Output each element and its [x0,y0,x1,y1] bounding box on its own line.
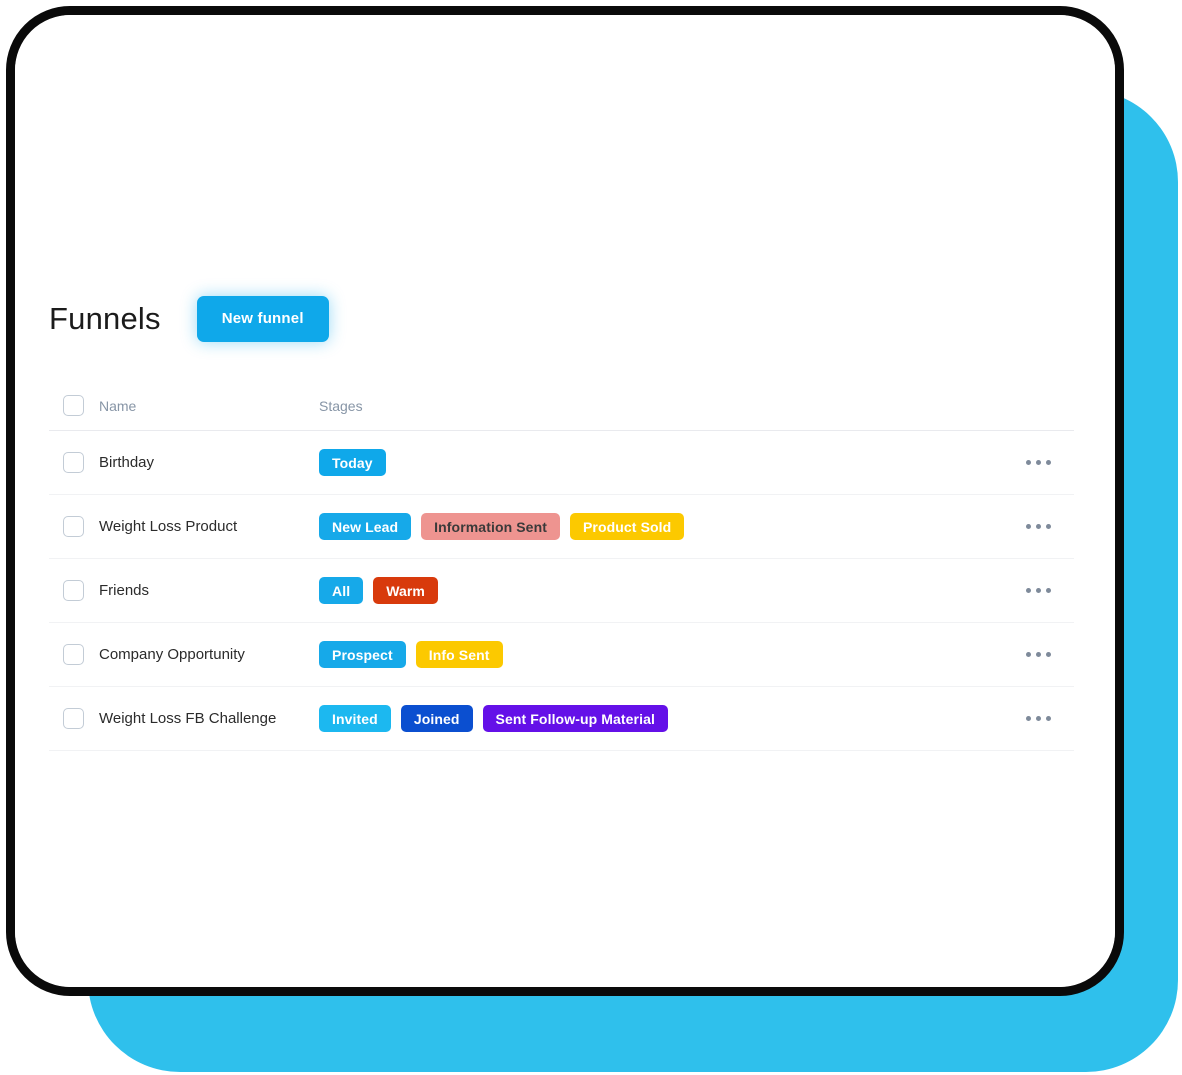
row-actions-cell [1002,452,1074,473]
table-row: Friends All Warm [49,559,1074,623]
funnel-stages: Prospect Info Sent [319,641,1002,668]
table-row: Birthday Today [49,431,1074,495]
row-select-checkbox[interactable] [63,516,84,537]
column-header-name: Name [99,397,137,414]
ellipsis-icon[interactable] [1018,708,1059,729]
stage-tag[interactable]: Product Sold [569,513,685,540]
ellipsis-icon[interactable] [1018,452,1059,473]
row-select-checkbox[interactable] [63,452,84,473]
app-card: Funnels New funnel Name Stages Birthday T… [15,15,1115,987]
row-select-cell [49,452,99,473]
row-actions-cell [1002,580,1074,601]
stage-tag[interactable]: Info Sent [415,641,503,668]
column-header-stages: Stages [319,397,363,414]
funnel-stages: Today [319,449,1002,476]
stage-tag[interactable]: Prospect [319,641,406,668]
row-select-checkbox[interactable] [63,708,84,729]
row-actions-cell [1002,516,1074,537]
page-title: Funnels [49,301,161,336]
stage-tag[interactable]: All [319,577,364,604]
screenshot-root: Funnels New funnel Name Stages Birthday T… [0,0,1182,1075]
select-all-cell [49,395,99,416]
table-row: Weight Loss FB Challenge Invited Joined Sen… [49,687,1074,751]
stage-tag[interactable]: Joined [400,705,473,732]
funnel-name[interactable]: Weight Loss FB Challenge [99,710,319,727]
funnel-stages: Invited Joined Sent Follow-up Material [319,705,1002,732]
funnel-stages: All Warm [319,577,1002,604]
page-header: Funnels New funnel [49,296,329,342]
row-select-checkbox[interactable] [63,644,84,665]
table-header-row: Name Stages [49,381,1074,431]
stage-tag[interactable]: New Lead [319,513,412,540]
stage-tag[interactable]: Warm [373,577,438,604]
stage-tag[interactable]: Invited [319,705,391,732]
funnel-name[interactable]: Weight Loss Product [99,518,319,535]
stage-tag[interactable]: Information Sent [421,513,560,540]
row-actions-cell [1002,708,1074,729]
new-funnel-button[interactable]: New funnel [196,296,329,342]
table-body: Birthday Today Weight Loss Product New Lead… [49,431,1074,751]
device-frame: Funnels New funnel Name Stages Birthday T… [6,6,1124,996]
funnels-table: Name Stages Birthday Today Weight Loss Pro… [49,381,1074,751]
row-select-cell [49,516,99,537]
funnel-name[interactable]: Company Opportunity [99,646,319,663]
row-select-cell [49,644,99,665]
ellipsis-icon[interactable] [1018,644,1059,665]
row-select-cell [49,580,99,601]
funnel-stages: New Lead Information Sent Product Sold [319,513,1002,540]
stage-tag[interactable]: Sent Follow-up Material [482,705,668,732]
funnel-name[interactable]: Birthday [99,454,319,471]
table-row: Company Opportunity Prospect Info Sent [49,623,1074,687]
table-row: Weight Loss Product New Lead Information S… [49,495,1074,559]
ellipsis-icon[interactable] [1018,580,1059,601]
row-select-checkbox[interactable] [63,580,84,601]
row-select-cell [49,708,99,729]
stage-tag[interactable]: Today [319,449,386,476]
row-actions-cell [1002,644,1074,665]
ellipsis-icon[interactable] [1018,516,1059,537]
select-all-checkbox[interactable] [63,395,84,416]
funnel-name[interactable]: Friends [99,582,319,599]
